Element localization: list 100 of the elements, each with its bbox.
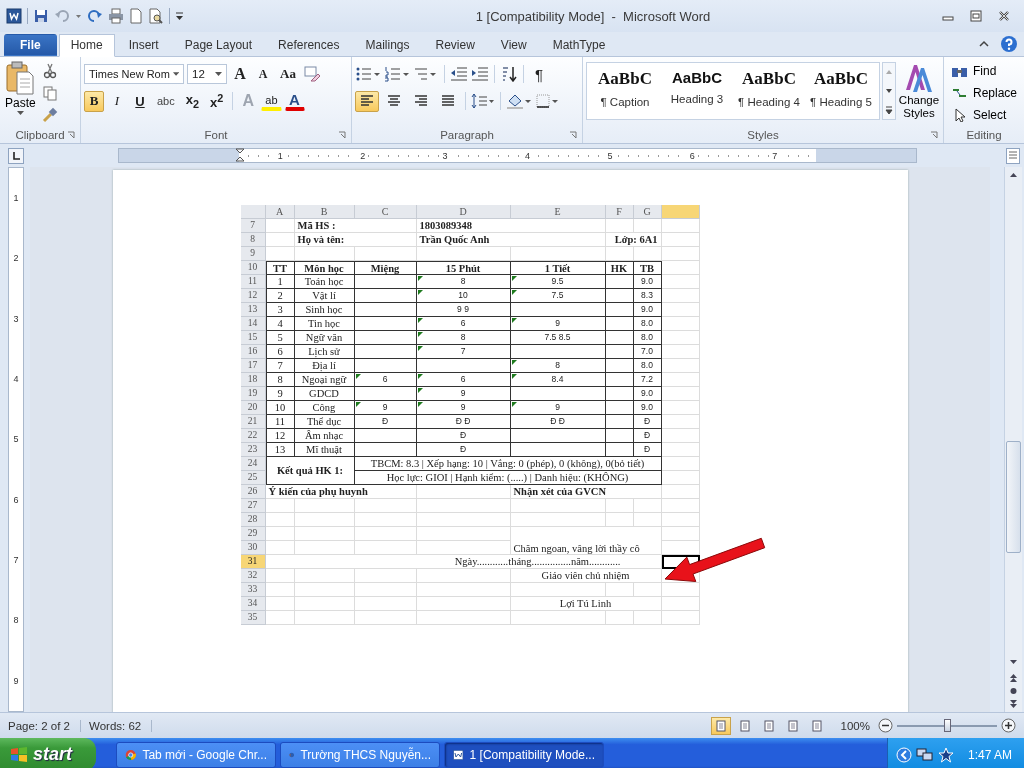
font-name-field[interactable]: Times New Rom <box>84 64 184 84</box>
page-count[interactable]: Page: 2 of 2 <box>8 719 82 732</box>
zoom-slider[interactable] <box>897 718 997 733</box>
row-number: 19 <box>240 387 266 401</box>
table-cell <box>605 583 634 597</box>
dialog-launcher-icon[interactable] <box>67 131 75 139</box>
line-spacing-icon[interactable] <box>471 93 495 109</box>
print-icon[interactable] <box>108 8 124 24</box>
table-cell: 8 <box>265 373 295 387</box>
row-number: 7 <box>240 219 266 233</box>
select-button[interactable]: Select <box>951 105 1007 125</box>
table-cell: Địa lí <box>294 359 355 373</box>
borders-icon[interactable] <box>535 93 561 109</box>
style-item[interactable]: AaBbC ¶ Heading 5 <box>805 63 877 119</box>
style-item[interactable]: AaBbC ¶ Heading 4 <box>733 63 805 119</box>
ribbon-tab[interactable]: MathType <box>540 34 618 56</box>
bold-button[interactable]: B <box>84 90 104 112</box>
star-icon[interactable] <box>937 746 954 763</box>
row-number: 9 <box>240 247 266 261</box>
table-cell <box>605 387 634 401</box>
cut-icon[interactable] <box>41 63 58 79</box>
zoom-in-icon[interactable] <box>1001 718 1016 733</box>
vertical-ruler[interactable]: 1 2 3 4 5 6 7 8 9 <box>8 167 24 712</box>
find-button[interactable]: Find <box>951 61 997 81</box>
dialog-launcher-icon[interactable] <box>930 131 938 139</box>
corner-cell[interactable] <box>240 205 266 219</box>
shrink-font-button[interactable]: A <box>253 63 273 85</box>
row-number: 30 <box>240 541 266 555</box>
table-cell <box>633 513 662 527</box>
increase-indent-icon[interactable] <box>471 66 489 82</box>
ribbon-tab[interactable]: Insert <box>116 34 171 56</box>
numbering-icon[interactable] <box>384 66 410 82</box>
replace-button[interactable]: Replace <box>951 83 1018 103</box>
multilevel-list-icon[interactable] <box>413 66 439 82</box>
font-size-field[interactable]: 12 <box>187 64 227 84</box>
align-right-icon <box>414 95 428 107</box>
ribbon-tab[interactable]: View <box>488 34 539 56</box>
network-icon[interactable] <box>915 746 934 763</box>
strikethrough-button[interactable]: abc <box>153 90 179 112</box>
print-preview-icon[interactable] <box>148 8 164 24</box>
subscript-button[interactable]: x$_{2}$ <box>181 90 203 112</box>
font-color-button[interactable]: A <box>284 91 305 111</box>
format-painter-icon[interactable] <box>41 107 58 123</box>
view-button[interactable] <box>710 716 731 735</box>
italic-button[interactable]: I <box>107 90 127 112</box>
align-left-button[interactable] <box>355 90 379 112</box>
ribbon-tab[interactable]: Mailings <box>353 34 422 56</box>
table-cell <box>661 415 700 429</box>
style-item[interactable]: AaBbC ¶ Caption <box>589 63 661 119</box>
scroll-thumb[interactable] <box>1006 441 1021 553</box>
copy-icon[interactable] <box>41 85 58 101</box>
ribbon-tab[interactable]: File <box>4 34 57 56</box>
grow-font-button[interactable]: A <box>230 63 250 85</box>
ribbon-tab[interactable]: References <box>266 34 352 56</box>
dialog-launcher-icon[interactable] <box>338 131 346 139</box>
taskbar-item[interactable]: Tab mới - Google Chr... <box>116 741 276 768</box>
help-icon[interactable] <box>1000 35 1018 53</box>
show-formatting-button[interactable]: ¶ <box>529 63 549 85</box>
shading-icon[interactable] <box>506 93 532 109</box>
table-cell: 8.0 <box>633 359 662 373</box>
redo-icon[interactable] <box>87 8 103 24</box>
table-cell: 8 <box>510 359 606 373</box>
save-icon[interactable] <box>33 8 49 24</box>
taskbar-item[interactable]: 1 [Compatibility Mode... <box>444 741 604 768</box>
table-cell: 6 <box>416 317 511 331</box>
ribbon-tab[interactable]: Review <box>423 34 487 56</box>
table-cell <box>294 569 355 583</box>
taskbar-item[interactable]: Trường THCS Nguyễn... <box>280 741 440 768</box>
close-icon[interactable] <box>998 10 1010 22</box>
word-count[interactable]: Words: 62 <box>89 719 153 732</box>
change-styles-button[interactable]: Change Styles <box>898 62 940 120</box>
table-cell <box>265 219 295 233</box>
new-document-icon[interactable] <box>129 8 143 24</box>
app-icon[interactable] <box>6 8 22 24</box>
ruler-number: 4 <box>522 150 532 161</box>
paste-button[interactable]: Paste <box>3 61 38 116</box>
highlight-button[interactable]: ab <box>261 91 282 111</box>
indent-marker-icon[interactable] <box>235 148 245 162</box>
dialog-launcher-icon[interactable] <box>569 131 577 139</box>
vertical-scrollbar[interactable] <box>1004 167 1022 712</box>
ribbon-tab[interactable]: Page Layout <box>172 34 265 56</box>
horizontal-ruler[interactable]: 1 2 3 4 5 6 7 <box>118 148 917 163</box>
tab-selector-icon[interactable] <box>8 147 24 164</box>
table-cell <box>294 527 355 541</box>
zoom-out-icon[interactable] <box>878 718 893 733</box>
clear-formatting-icon[interactable] <box>302 65 321 83</box>
expand-tray-icon[interactable] <box>895 746 912 763</box>
change-case-button[interactable]: Aa <box>276 63 300 85</box>
ribbon-tab[interactable]: Home <box>58 34 115 57</box>
zoom-level[interactable]: 100% <box>840 719 870 732</box>
sort-icon[interactable] <box>500 66 518 82</box>
superscript-button[interactable]: x$^{2}$ <box>206 90 228 112</box>
start-button[interactable]: start <box>0 738 96 768</box>
bullets-icon[interactable] <box>355 66 381 82</box>
underline-button[interactable]: U <box>130 90 150 112</box>
decrease-indent-icon[interactable] <box>450 66 468 82</box>
column-header: A <box>265 205 295 219</box>
maximize-icon[interactable] <box>970 10 982 22</box>
style-item[interactable]: AaBbC Heading 3 <box>661 63 733 119</box>
slider-thumb[interactable] <box>944 718 951 732</box>
